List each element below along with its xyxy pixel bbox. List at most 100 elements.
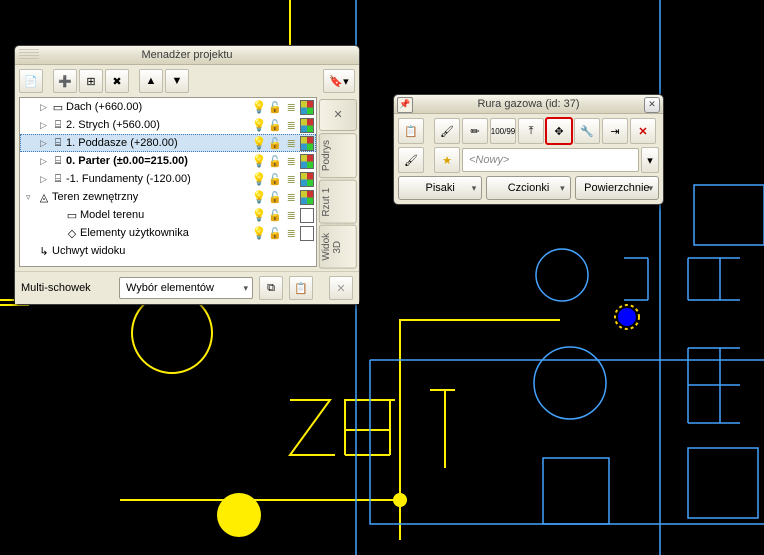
color-swatch[interactable] xyxy=(300,154,314,168)
visibility-bulb-icon[interactable]: 💡 xyxy=(252,136,266,150)
tool-marker-icon[interactable]: ★ xyxy=(434,147,460,173)
layer-icon[interactable]: ≣ xyxy=(284,226,298,240)
tree-row[interactable]: ▷⌸1. Poddasze (+280.00)💡🔓≣ xyxy=(20,134,316,152)
lock-icon[interactable]: 🔓 xyxy=(268,118,282,132)
pin-icon[interactable]: 📌 xyxy=(397,97,413,113)
node-type-icon: ⌸ xyxy=(50,173,66,186)
titlebar[interactable]: 📌 Rura gazowa (id: 37) ✕ xyxy=(394,95,663,114)
tool-wrench-icon[interactable]: 🔧 xyxy=(574,118,600,144)
tool-paint-icon[interactable]: 🖌 xyxy=(434,118,460,144)
layer-icon[interactable]: ≣ xyxy=(284,136,298,150)
node-label: 2. Strych (+560.00) xyxy=(66,119,252,131)
visibility-toggles: 💡🔓≣ xyxy=(252,226,314,240)
layer-icon[interactable]: ≣ xyxy=(284,172,298,186)
expand-toggle-icon[interactable]: ▿ xyxy=(26,192,36,203)
visibility-bulb-icon[interactable]: 💡 xyxy=(252,172,266,186)
paste-button[interactable]: 📋 xyxy=(289,276,313,300)
expand-toggle-icon[interactable]: ▷ xyxy=(40,138,50,149)
layer-icon[interactable]: ≣ xyxy=(284,190,298,204)
color-swatch[interactable] xyxy=(300,100,314,114)
layer-icon[interactable]: ≣ xyxy=(284,154,298,168)
add-level-button[interactable]: ➕ xyxy=(53,69,77,93)
color-swatch[interactable] xyxy=(300,136,314,150)
node-type-icon: ⌸ xyxy=(50,137,66,150)
tree-row[interactable]: ◇Elementy użytkownika💡🔓≣ xyxy=(20,224,316,242)
node-label: Teren zewnętrzny xyxy=(52,191,252,203)
tree-row[interactable]: ▿◬Teren zewnętrzny💡🔓≣ xyxy=(20,188,316,206)
lock-icon[interactable]: 🔓 xyxy=(268,208,282,222)
project-tree[interactable]: ▷▭Dach (+660.00)💡🔓≣▷⌸2. Strych (+560.00)… xyxy=(19,97,317,267)
delete-selection-button[interactable]: ✕ xyxy=(329,276,353,300)
tool-brush-icon[interactable]: ✏ xyxy=(462,118,488,144)
visibility-bulb-icon[interactable]: 💡 xyxy=(252,100,266,114)
project-manager-window[interactable]: Menadżer projektu 📄 ➕ ⊞ ✖ ▲ ▼ 🔖▾ ▷▭Dach … xyxy=(14,45,360,305)
node-label: Uchwyt widoku xyxy=(52,245,314,257)
move-down-button[interactable]: ▼ xyxy=(165,69,189,93)
color-swatch[interactable] xyxy=(300,118,314,132)
lock-icon[interactable]: 🔓 xyxy=(268,100,282,114)
expand-toggle-icon[interactable]: ▷ xyxy=(40,156,50,167)
tree-row[interactable]: ▷⌸-1. Fundamenty (-120.00)💡🔓≣ xyxy=(20,170,316,188)
color-swatch[interactable] xyxy=(300,208,314,222)
window-title: Rura gazowa (id: 37) xyxy=(477,98,579,110)
tool-properties-icon[interactable]: 📋 xyxy=(398,118,424,144)
visibility-bulb-icon[interactable]: 💡 xyxy=(252,118,266,132)
lock-icon[interactable]: 🔓 xyxy=(268,190,282,204)
node-label: 0. Parter (±0.00=215.00) xyxy=(66,155,252,167)
tool-paint2-icon[interactable]: 🖌 xyxy=(398,147,424,173)
visibility-bulb-icon[interactable]: 💡 xyxy=(252,154,266,168)
dropdown-powierzchnie[interactable]: Powierzchnie xyxy=(575,176,659,200)
visibility-toggles: 💡🔓≣ xyxy=(252,172,314,186)
color-swatch[interactable] xyxy=(300,172,314,186)
tree-row[interactable]: ▷⌸2. Strych (+560.00)💡🔓≣ xyxy=(20,116,316,134)
tool-join-icon[interactable]: ⇥ xyxy=(602,118,628,144)
tab-podrys[interactable]: Podrys xyxy=(319,133,357,178)
pm-toolbar: 📄 ➕ ⊞ ✖ ▲ ▼ 🔖▾ xyxy=(15,65,359,97)
lock-icon[interactable]: 🔓 xyxy=(268,172,282,186)
side-close-button[interactable]: ✕ xyxy=(319,99,357,131)
tree-row[interactable]: ↳Uchwyt widoku xyxy=(20,242,316,260)
expand-toggle-icon[interactable]: ▷ xyxy=(40,120,50,131)
lock-icon[interactable]: 🔓 xyxy=(268,226,282,240)
copy-button[interactable]: ⧉ xyxy=(259,276,283,300)
titlebar[interactable]: Menadżer projektu xyxy=(15,46,359,65)
tool-dimension-icon[interactable]: 100/99 xyxy=(490,118,516,144)
tool-move-icon[interactable]: ✥ xyxy=(546,118,572,144)
tool-level-icon[interactable]: ⤒ xyxy=(518,118,544,144)
visibility-bulb-icon[interactable]: 💡 xyxy=(252,208,266,222)
selection-combo[interactable]: Wybór elementów xyxy=(119,277,253,299)
node-label: 1. Poddasze (+280.00) xyxy=(66,137,252,149)
tree-row[interactable]: ▷▭Dach (+660.00)💡🔓≣ xyxy=(20,98,316,116)
new-button[interactable]: 📄 xyxy=(19,69,43,93)
move-up-button[interactable]: ▲ xyxy=(139,69,163,93)
footer-label: Multi-schowek xyxy=(21,282,91,294)
lock-icon[interactable]: 🔓 xyxy=(268,154,282,168)
color-swatch[interactable] xyxy=(300,226,314,240)
tree-row[interactable]: ▷⌸0. Parter (±0.00=215.00)💡🔓≣ xyxy=(20,152,316,170)
layer-icon[interactable]: ≣ xyxy=(284,208,298,222)
tab-widok3d[interactable]: Widok 3D xyxy=(319,225,357,269)
visibility-bulb-icon[interactable]: 💡 xyxy=(252,190,266,204)
expand-toggle-icon[interactable]: ▷ xyxy=(40,102,50,113)
layer-icon[interactable]: ≣ xyxy=(284,118,298,132)
filter-button[interactable]: 🔖▾ xyxy=(323,69,355,93)
add-sub-button[interactable]: ⊞ xyxy=(79,69,103,93)
dropdown-czcionki[interactable]: Czcionki xyxy=(486,176,570,200)
tool-window-rura-gazowa[interactable]: 📌 Rura gazowa (id: 37) ✕ 📋 🖌 ✏ 100/99 ⤒ … xyxy=(393,94,664,205)
template-name-field[interactable]: <Nowy> xyxy=(462,148,639,172)
delete-button[interactable]: ✕ xyxy=(630,118,656,144)
expand-toggle-icon[interactable]: ▷ xyxy=(40,174,50,185)
tab-rzut1[interactable]: Rzut 1 xyxy=(319,180,357,224)
pm-footer: Multi-schowek Wybór elementów ⧉ 📋 ✕ xyxy=(15,271,359,304)
color-swatch[interactable] xyxy=(300,190,314,204)
node-type-icon: ↳ xyxy=(36,245,52,258)
remove-button[interactable]: ✖ xyxy=(105,69,129,93)
tree-row[interactable]: ▭Model terenu💡🔓≣ xyxy=(20,206,316,224)
node-label: Dach (+660.00) xyxy=(66,101,252,113)
visibility-bulb-icon[interactable]: 💡 xyxy=(252,226,266,240)
dropdown-pisaki[interactable]: Pisaki xyxy=(398,176,482,200)
lock-icon[interactable]: 🔓 xyxy=(268,136,282,150)
template-menu-button[interactable]: ▾ xyxy=(641,147,659,173)
close-button[interactable]: ✕ xyxy=(644,97,660,113)
layer-icon[interactable]: ≣ xyxy=(284,100,298,114)
